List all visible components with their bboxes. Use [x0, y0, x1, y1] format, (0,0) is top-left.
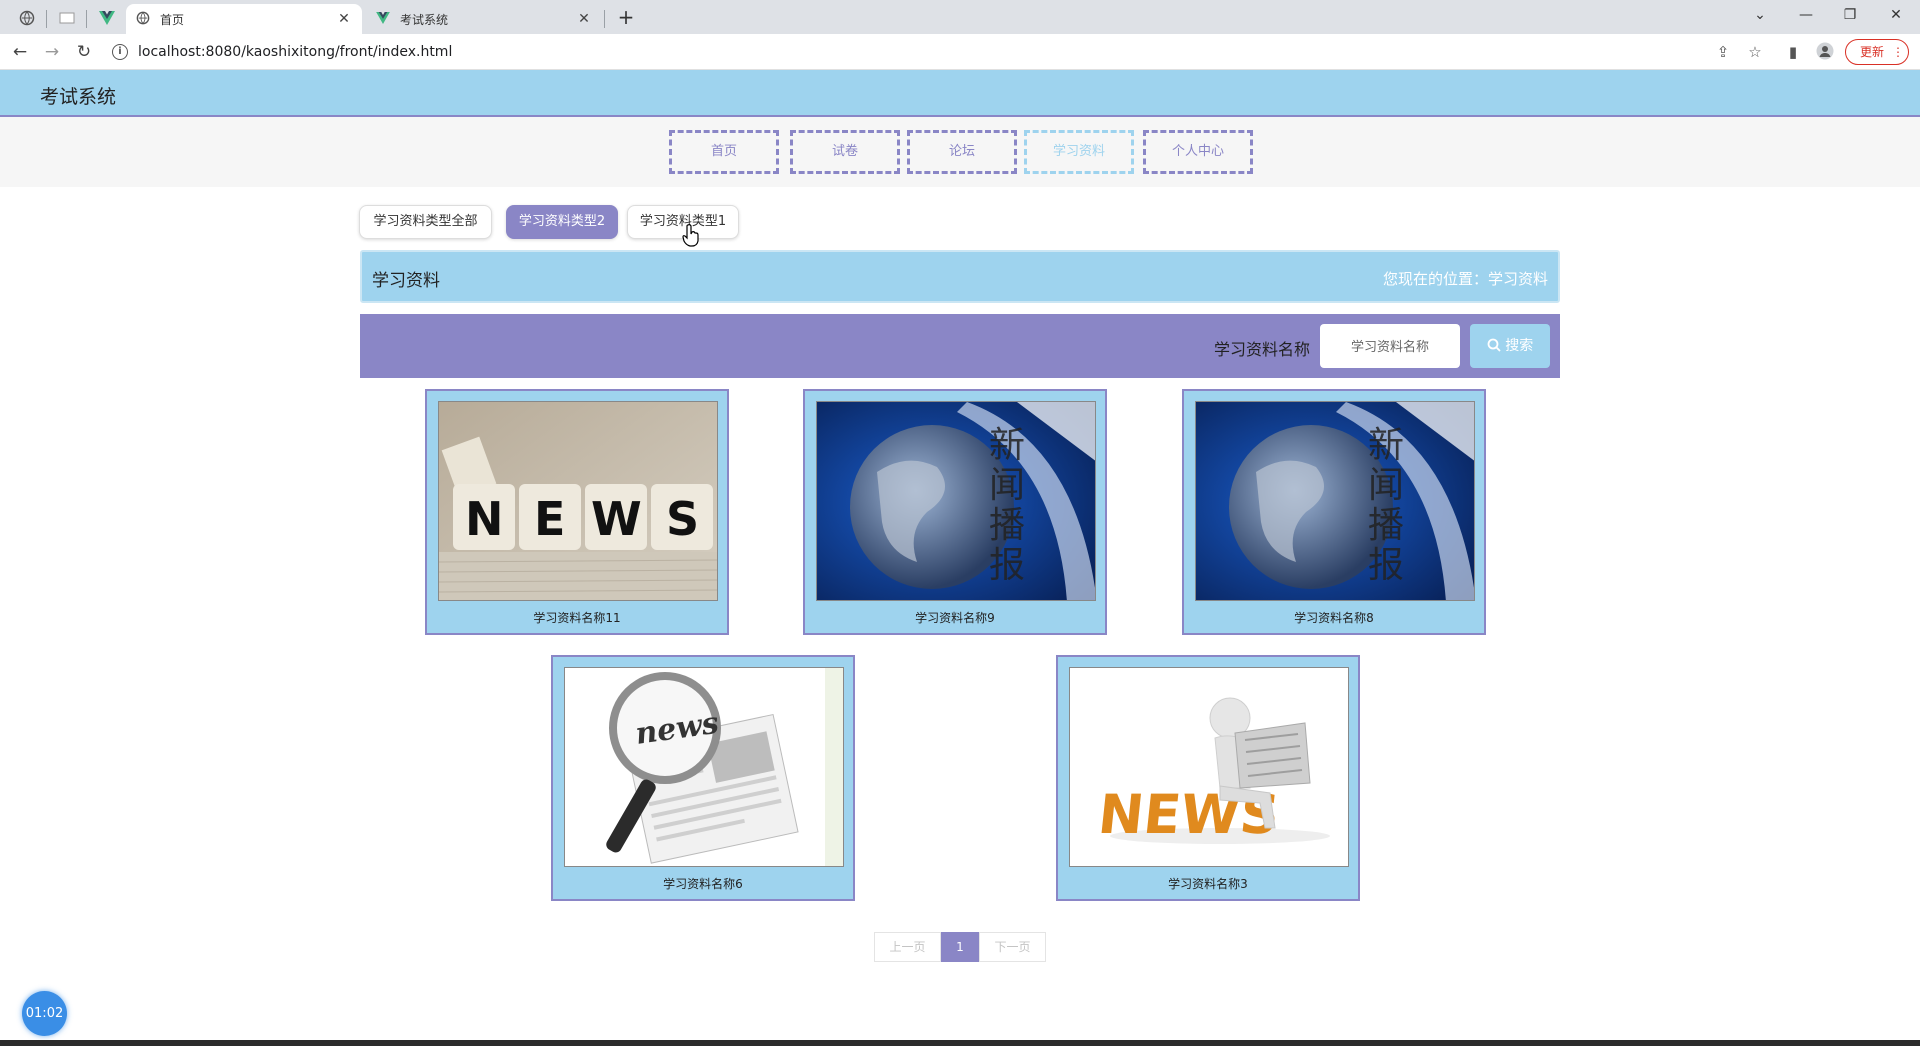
page-number-button[interactable]: 1: [941, 932, 979, 962]
globe-caption-char: 播: [1368, 505, 1404, 546]
material-name[interactable]: 学习资料名称11: [427, 609, 727, 626]
pinned-tab-globe-icon[interactable]: [12, 6, 42, 30]
minimize-button[interactable]: —: [1786, 4, 1826, 28]
close-tab-icon[interactable]: ✕: [576, 11, 592, 27]
tab-search-chevron-icon[interactable]: ⌄: [1740, 4, 1780, 28]
globe-caption-char: 新: [989, 425, 1025, 466]
search-label: 学习资料名称: [1214, 340, 1311, 359]
update-button[interactable]: 更新 ⋮: [1845, 39, 1909, 65]
reload-icon[interactable]: ↻: [72, 40, 96, 64]
bottom-strip: [0, 1040, 1920, 1046]
browser-toolbar: ← → ↻ i localhost:8080/kaoshixitong/fron…: [0, 34, 1920, 70]
tab-title: 考试系统: [400, 12, 449, 27]
news-magnifier-image[interactable]: news: [564, 667, 844, 867]
hand-pointer-cursor-icon: [682, 224, 700, 252]
material-card[interactable]: 新 闻 播 报 学习资料名称9: [803, 389, 1107, 635]
address-bar[interactable]: i localhost:8080/kaoshixitong/front/inde…: [112, 38, 1752, 66]
pagination: 上一页 1 下一页: [874, 932, 1046, 962]
material-card[interactable]: N E W S 学习资料名称11: [425, 389, 729, 635]
search-button[interactable]: 搜索: [1470, 324, 1550, 368]
globe-caption-char: 播: [989, 505, 1025, 546]
recording-timer-badge[interactable]: 01:02: [22, 991, 67, 1036]
nav-study-materials[interactable]: 学习资料: [1024, 130, 1134, 174]
url-text: localhost:8080/kaoshixitong/front/index.…: [138, 44, 453, 60]
pinned-tab-vue-icon[interactable]: [92, 6, 122, 30]
browser-tab-bar: 首页 ✕ 考试系统 ✕ + ⌄ — ❐ ✕: [0, 0, 1920, 34]
close-window-button[interactable]: ✕: [1876, 4, 1916, 28]
material-name[interactable]: 学习资料名称6: [553, 875, 853, 892]
main-nav: 首页 试卷 论坛 学习资料 个人中心: [0, 117, 1920, 187]
prev-page-button[interactable]: 上一页: [874, 932, 941, 962]
svg-text:S: S: [666, 492, 699, 546]
nav-home[interactable]: 首页: [669, 130, 779, 174]
search-icon: [1487, 338, 1505, 354]
vue-icon: [376, 11, 390, 27]
update-label: 更新: [1860, 45, 1885, 59]
info-icon[interactable]: i: [112, 44, 128, 60]
close-tab-icon[interactable]: ✕: [336, 11, 352, 27]
site-title: 考试系统: [40, 86, 117, 108]
globe-caption-char: 报: [989, 545, 1025, 586]
restore-button[interactable]: ❐: [1830, 4, 1870, 28]
section-banner: 学习资料 您现在的位置：学习资料: [360, 250, 1560, 303]
nav-personal-center[interactable]: 个人中心: [1143, 130, 1253, 174]
back-arrow-icon[interactable]: ←: [8, 40, 32, 64]
svg-text:N: N: [465, 492, 504, 546]
filter-type-2[interactable]: 学习资料类型2: [506, 205, 618, 239]
pinned-tab-blank-icon[interactable]: [52, 6, 82, 30]
next-page-button[interactable]: 下一页: [979, 932, 1046, 962]
material-name[interactable]: 学习资料名称9: [805, 609, 1105, 626]
breadcrumb: 您现在的位置：学习资料: [1382, 270, 1548, 288]
share-icon[interactable]: ⇪: [1713, 42, 1733, 62]
search-button-label: 搜索: [1505, 338, 1534, 354]
nav-exam-papers[interactable]: 试卷: [790, 130, 900, 174]
globe-caption-char: 闻: [989, 465, 1025, 506]
news-cubes-image[interactable]: N E W S: [438, 401, 718, 601]
globe-caption-char: 新: [1368, 425, 1404, 466]
svg-text:W: W: [591, 492, 642, 546]
section-title: 学习资料: [372, 271, 440, 291]
tab-exam-system[interactable]: 考试系统 ✕: [366, 4, 602, 34]
search-bar: 学习资料名称 搜索: [360, 314, 1560, 378]
bookmark-star-icon[interactable]: ☆: [1745, 42, 1765, 62]
site-header: 考试系统: [0, 70, 1920, 117]
new-tab-button[interactable]: +: [614, 6, 638, 30]
tab-home[interactable]: 首页 ✕: [126, 4, 362, 34]
news-reader-image[interactable]: NEWS: [1069, 667, 1349, 867]
news-globe-image[interactable]: 新 闻 播 报: [1195, 401, 1475, 601]
search-input[interactable]: [1320, 324, 1460, 368]
globe-caption-char: 闻: [1368, 465, 1404, 506]
material-card[interactable]: news 学习资料名称6: [551, 655, 855, 901]
forward-arrow-icon[interactable]: →: [40, 40, 64, 64]
globe-caption-char: 报: [1368, 545, 1404, 586]
material-card[interactable]: NEWS 学习资料名称3: [1056, 655, 1360, 901]
material-name[interactable]: 学习资料名称3: [1058, 875, 1358, 892]
material-name[interactable]: 学习资料名称8: [1184, 609, 1484, 626]
tab-title: 首页: [160, 12, 185, 27]
filter-all-types[interactable]: 学习资料类型全部: [359, 205, 492, 239]
globe-icon: [136, 11, 150, 28]
profile-avatar-icon[interactable]: [1815, 42, 1835, 62]
side-panel-icon[interactable]: ▮: [1783, 42, 1803, 62]
news-globe-image[interactable]: 新 闻 播 报: [816, 401, 1096, 601]
material-card[interactable]: 新 闻 播 报 学习资料名称8: [1182, 389, 1486, 635]
nav-forum[interactable]: 论坛: [907, 130, 1017, 174]
svg-text:E: E: [534, 492, 565, 546]
